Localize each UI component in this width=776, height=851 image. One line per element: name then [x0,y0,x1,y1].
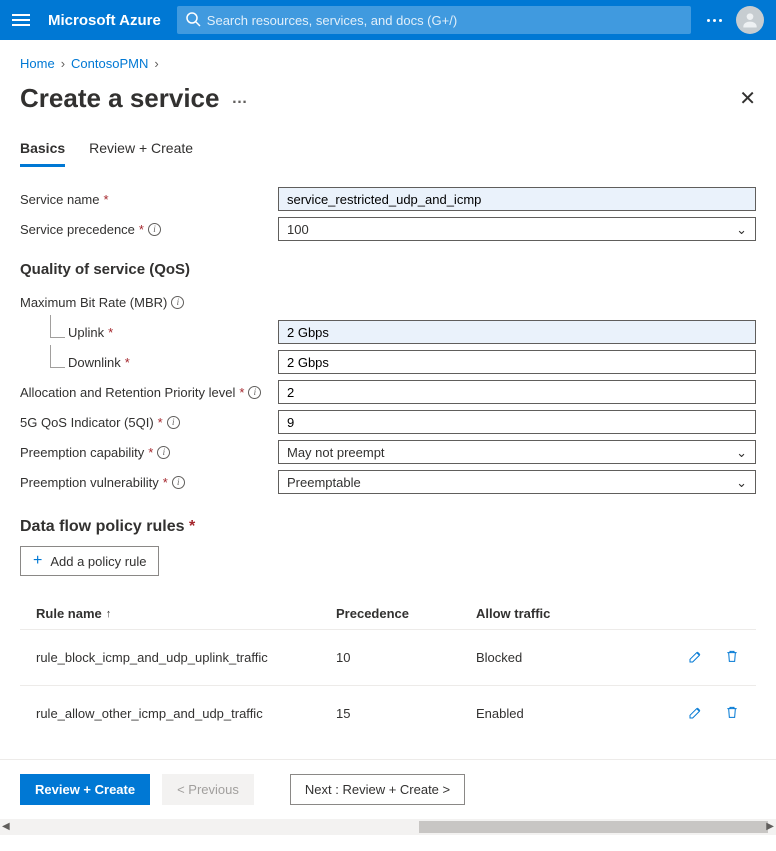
plus-icon: + [33,553,42,569]
rule-name-cell: rule_block_icmp_and_udp_uplink_traffic [36,650,336,665]
brand-label: Microsoft Azure [48,12,161,29]
search-icon [185,11,201,27]
qos-heading: Quality of service (QoS) [20,261,756,278]
azure-top-bar: Microsoft Azure [0,0,776,40]
service-name-label: Service name [20,192,99,207]
preempt-vuln-select[interactable]: Preemptable ⌄ [278,470,756,494]
preempt-vuln-value: Preemptable [287,475,361,490]
col-rule-name[interactable]: Rule name ↑ [36,606,336,621]
arp-input[interactable] [278,380,756,404]
mbr-label: Maximum Bit Rate (MBR) [20,295,167,310]
rule-allow-cell: Enabled [476,706,650,721]
tab-review-create[interactable]: Review + Create [89,134,193,167]
scroll-left-icon[interactable]: ◀ [2,821,10,832]
required-icon: * [163,475,168,490]
previous-button: < Previous [162,774,254,805]
page-title-row: Create a service … ✕ [20,79,756,134]
required-icon: * [148,445,153,460]
title-more-icon[interactable]: … [231,90,248,108]
downlink-label: Downlink [68,355,121,370]
chevron-right-icon: › [61,56,65,71]
page-title: Create a service [20,83,219,114]
global-search [177,6,691,34]
fiveqi-input[interactable] [278,410,756,434]
info-icon[interactable] [157,446,170,459]
delete-icon[interactable] [724,704,740,723]
info-icon[interactable] [148,223,161,236]
required-icon: * [158,415,163,430]
rule-allow-cell: Blocked [476,650,650,665]
search-input[interactable] [177,6,691,34]
chevron-down-icon: ⌄ [736,445,747,461]
more-actions-icon[interactable] [707,19,722,22]
tab-basics[interactable]: Basics [20,134,65,167]
review-create-button[interactable]: Review + Create [20,774,150,805]
rules-table: Rule name ↑ Precedence Allow traffic rul… [20,598,756,741]
info-icon[interactable] [167,416,180,429]
service-precedence-select[interactable]: 100 ⌄ [278,217,756,241]
preempt-cap-value: May not preempt [287,445,385,460]
hamburger-menu-icon[interactable] [12,10,32,30]
tabs: Basics Review + Create [20,134,756,167]
close-icon[interactable]: ✕ [739,86,756,111]
chevron-right-icon: › [154,56,158,71]
add-policy-rule-label: Add a policy rule [50,554,146,569]
rule-precedence-cell: 15 [336,706,476,721]
info-icon[interactable] [248,386,261,399]
required-icon: * [108,325,113,340]
uplink-input[interactable] [278,320,756,344]
rule-name-cell: rule_allow_other_icmp_and_udp_traffic [36,706,336,721]
edit-icon[interactable] [688,648,704,667]
required-icon: * [239,385,244,400]
col-precedence[interactable]: Precedence [336,606,476,621]
chevron-down-icon: ⌄ [736,475,747,491]
info-icon[interactable] [171,296,184,309]
preempt-cap-select[interactable]: May not preempt ⌄ [278,440,756,464]
table-row: rule_block_icmp_and_udp_uplink_traffic 1… [20,629,756,685]
breadcrumb-item[interactable]: ContosoPMN [71,56,148,71]
breadcrumb-home[interactable]: Home [20,56,55,71]
scroll-right-icon[interactable]: ▶ [766,821,774,832]
sort-asc-icon: ↑ [106,608,112,620]
table-row: rule_allow_other_icmp_and_udp_traffic 15… [20,685,756,741]
info-icon[interactable] [172,476,185,489]
downlink-input[interactable] [278,350,756,374]
uplink-label: Uplink [68,325,104,340]
required-icon: * [139,222,144,237]
user-avatar[interactable] [736,6,764,34]
chevron-down-icon: ⌄ [736,222,747,238]
service-name-input[interactable] [278,187,756,211]
scrollbar-thumb[interactable] [419,821,768,833]
fiveqi-label: 5G QoS Indicator (5QI) [20,415,154,430]
preempt-vuln-label: Preemption vulnerability [20,475,159,490]
col-allow-traffic[interactable]: Allow traffic [476,606,650,621]
service-precedence-label: Service precedence [20,222,135,237]
delete-icon[interactable] [724,648,740,667]
required-icon: * [125,355,130,370]
rules-heading: Data flow policy rules [20,518,184,535]
next-button[interactable]: Next : Review + Create > [290,774,465,805]
edit-icon[interactable] [688,704,704,723]
add-policy-rule-button[interactable]: + Add a policy rule [20,546,159,576]
breadcrumb: Home › ContosoPMN › [20,52,756,79]
preempt-cap-label: Preemption capability [20,445,144,460]
wizard-footer: Review + Create < Previous Next : Review… [0,759,776,819]
arp-label: Allocation and Retention Priority level [20,385,235,400]
service-precedence-value: 100 [287,222,309,237]
required-icon: * [103,192,108,207]
rule-precedence-cell: 10 [336,650,476,665]
required-icon: * [189,518,195,535]
horizontal-scrollbar[interactable]: ◀ ▶ [0,819,776,835]
